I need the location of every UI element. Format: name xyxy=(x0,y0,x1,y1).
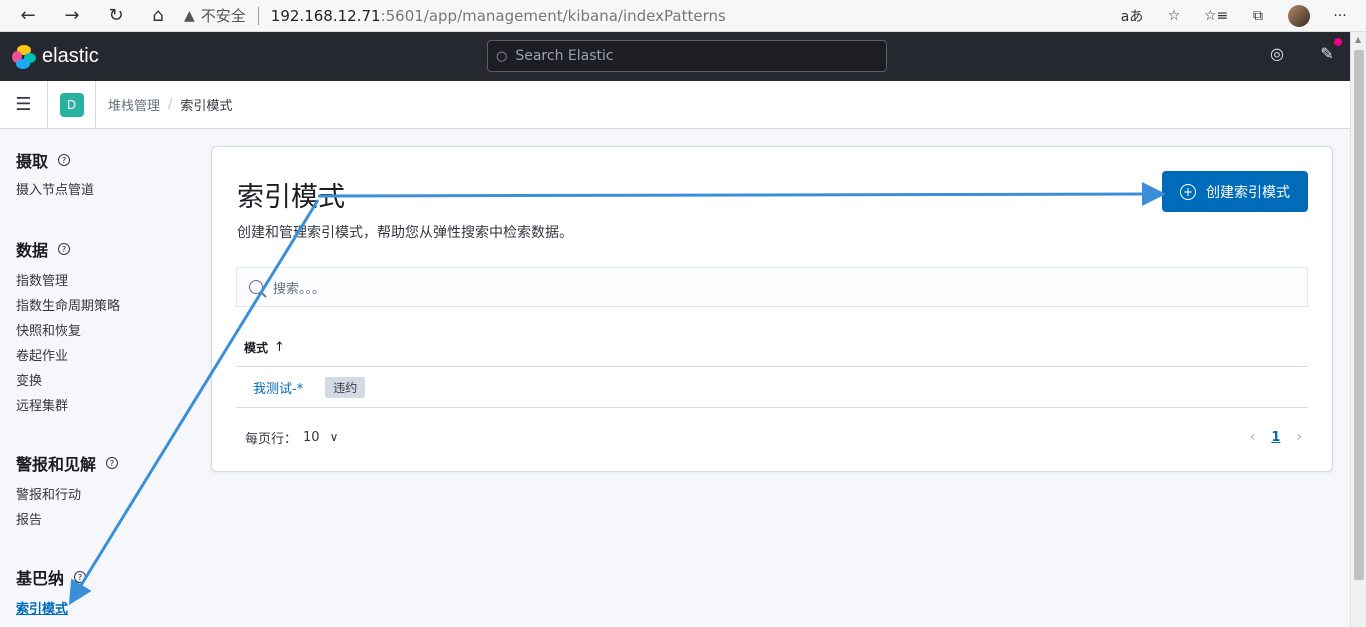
sidebar-group-title-text: 基巴纳 xyxy=(16,569,65,588)
table-row: 我测试-* 违约 xyxy=(236,367,1308,408)
sidebar-item-rollup-jobs[interactable]: 卷起作业 xyxy=(16,344,120,369)
create-button-label: 创建索引模式 xyxy=(1206,184,1290,201)
sidebar-group-data: 数据? 指数管理 指数生命周期策略 快照和恢复 卷起作业 变换 远程集群 xyxy=(16,237,120,419)
notification-dot xyxy=(1334,38,1342,46)
elastic-logo-icon xyxy=(12,44,36,69)
url-path: :5601/app/management/kibana/indexPattern… xyxy=(380,6,726,25)
security-warning[interactable]: ▲ 不安全 xyxy=(184,5,246,26)
sidebar-item-index-management[interactable]: 指数管理 xyxy=(16,269,120,294)
sort-ascending-icon: ↑ xyxy=(274,340,285,355)
collections-icon[interactable]: ⧉ xyxy=(1246,8,1270,24)
help-menu-icon[interactable]: ◎ xyxy=(1266,44,1288,63)
global-search-input[interactable]: ○ Search Elastic xyxy=(487,40,887,72)
management-sidebar: 摄取? 摄入节点管道 数据? 指数管理 指数生命周期策略 快照和恢复 卷起作业 … xyxy=(0,130,200,627)
rows-per-page-label: 每页行： xyxy=(245,431,298,447)
sidebar-group-alerts: 警报和见解? 警报和行动 报告 xyxy=(16,451,119,533)
page-title: 索引模式 xyxy=(237,182,345,213)
breadcrumb-current: 索引模式 xyxy=(180,99,233,114)
sidebar-group-title: 基巴纳? xyxy=(16,565,87,589)
url-host: 192.168.12.71 xyxy=(270,6,381,25)
table-header-pattern[interactable]: 模式 ↑ xyxy=(236,329,1308,367)
sidebar-item-transforms[interactable]: 变换 xyxy=(16,369,120,394)
previous-page-icon[interactable]: ‹ xyxy=(1250,429,1256,445)
address-bar[interactable]: ▲ 不安全 192.168.12.71:5601/app/management/… xyxy=(184,3,1089,29)
help-icon[interactable]: ? xyxy=(58,243,71,255)
back-icon[interactable]: ← xyxy=(14,2,42,30)
scroll-thumb[interactable] xyxy=(1354,50,1364,580)
search-icon xyxy=(249,280,263,294)
elastic-logo[interactable]: elastic xyxy=(12,44,99,69)
index-pattern-search-input[interactable]: 搜索。。。 xyxy=(236,267,1308,307)
profile-avatar[interactable] xyxy=(1288,4,1310,27)
next-page-icon[interactable]: › xyxy=(1296,429,1302,445)
pagination-bar: 每页行： 10 ∨ ‹ 1 › xyxy=(236,423,1308,451)
sidebar-item-snapshot-restore[interactable]: 快照和恢复 xyxy=(16,319,120,344)
create-index-pattern-button[interactable]: + 创建索引模式 xyxy=(1162,171,1308,212)
page-scrollbar[interactable]: ▲ xyxy=(1350,32,1366,627)
sidebar-group-ingest: 摄取? 摄入节点管道 xyxy=(16,148,94,203)
breadcrumb-bar: ☰ D 堆栈管理 / 索引模式 xyxy=(0,80,1350,129)
more-icon[interactable]: ··· xyxy=(1328,8,1352,24)
sidebar-item-remote-clusters[interactable]: 远程集群 xyxy=(16,394,120,419)
space-selector[interactable]: D xyxy=(48,80,96,129)
sidebar-item-ilm-policies[interactable]: 指数生命周期策略 xyxy=(16,294,120,319)
news-feed-icon[interactable]: ✎ xyxy=(1316,38,1342,63)
default-badge: 违约 xyxy=(325,376,366,398)
sidebar-group-title: 警报和见解? xyxy=(16,451,119,475)
sidebar-group-title-text: 数据 xyxy=(16,241,49,260)
sidebar-group-kibana: 基巴纳? 索引模式 xyxy=(16,565,87,622)
search-placeholder: 搜索。。。 xyxy=(273,281,326,297)
favorite-add-icon[interactable]: ☆ xyxy=(1162,8,1186,24)
menu-toggle-icon[interactable]: ☰ xyxy=(0,80,48,129)
sidebar-group-title-text: 警报和见解 xyxy=(16,455,97,474)
kibana-header: elastic ○ Search Elastic ◎ ✎ xyxy=(0,32,1350,81)
sidebar-item-index-patterns[interactable]: 索引模式 xyxy=(16,597,86,622)
page-navigation: ‹ 1 › xyxy=(1250,429,1302,445)
index-pattern-link[interactable]: 我测试-* xyxy=(253,378,303,397)
index-patterns-panel: 索引模式 创建和管理索引模式，帮助您从弹性搜索中检索数据。 + 创建索引模式 搜… xyxy=(211,146,1333,472)
breadcrumb: 堆栈管理 / 索引模式 xyxy=(108,95,232,114)
sidebar-item-ingest-pipelines[interactable]: 摄入节点管道 xyxy=(16,178,94,203)
page-number[interactable]: 1 xyxy=(1271,430,1280,445)
sidebar-item-alerts-actions[interactable]: 警报和行动 xyxy=(16,483,118,508)
address-divider xyxy=(257,6,259,25)
column-header-label: 模式 xyxy=(244,341,269,355)
help-icon[interactable]: ? xyxy=(74,571,87,583)
warning-icon: ▲ xyxy=(184,7,195,24)
logo-text: elastic xyxy=(42,45,99,67)
rows-per-page-value[interactable]: 10 xyxy=(303,430,320,445)
home-icon[interactable]: ⌂ xyxy=(144,2,172,30)
breadcrumb-stack-management[interactable]: 堆栈管理 xyxy=(108,95,160,114)
search-icon: ○ xyxy=(496,48,508,64)
sidebar-group-title: 摄取? xyxy=(16,148,94,172)
breadcrumb-separator: / xyxy=(168,97,173,112)
forward-icon[interactable]: → xyxy=(58,2,86,30)
chevron-down-icon[interactable]: ∨ xyxy=(330,430,339,444)
space-avatar: D xyxy=(59,92,84,117)
plus-circle-icon: + xyxy=(1180,183,1196,200)
page-description: 创建和管理索引模式，帮助您从弹性搜索中检索数据。 xyxy=(237,225,573,241)
favorites-icon[interactable]: ☆≡ xyxy=(1204,8,1228,24)
read-aloud-icon[interactable]: aあ xyxy=(1120,6,1144,26)
sidebar-group-title: 数据? xyxy=(16,237,120,261)
browser-toolbar: ← → ↻ ⌂ ▲ 不安全 192.168.12.71:5601/app/man… xyxy=(0,0,1366,32)
scroll-up-icon[interactable]: ▲ xyxy=(1355,35,1361,44)
sidebar-group-title-text: 摄取 xyxy=(16,152,49,171)
search-placeholder: Search Elastic xyxy=(515,48,614,64)
reload-icon[interactable]: ↻ xyxy=(102,2,130,30)
security-label: 不安全 xyxy=(200,7,246,25)
help-icon[interactable]: ? xyxy=(58,154,71,166)
help-icon[interactable]: ? xyxy=(106,457,119,469)
sidebar-item-reporting[interactable]: 报告 xyxy=(16,508,118,533)
